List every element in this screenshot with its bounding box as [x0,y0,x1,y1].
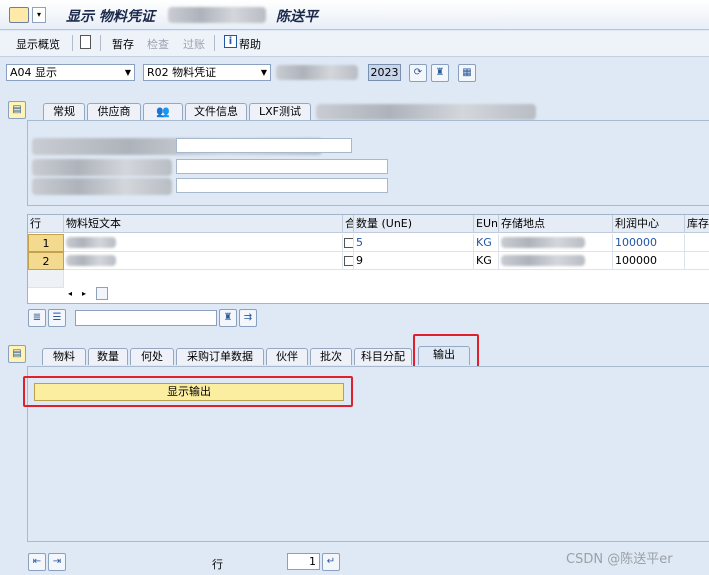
redacted-field [32,178,172,195]
post-button[interactable]: 过账 [183,36,205,52]
tab-material[interactable]: 物料 [42,348,86,365]
action-combo[interactable]: A04 显示 ▼ [6,64,135,81]
table-cell-material-text [64,234,343,252]
tab-general[interactable]: 常规 [43,103,85,120]
year-field[interactable]: 2023 [368,64,401,81]
table-cell-unit[interactable]: KG [474,252,499,270]
new-document-icon[interactable] [80,35,91,49]
redacted-title-area [168,7,266,23]
table-cell-stock-type[interactable] [685,252,709,270]
line-number-field[interactable]: 1 [287,553,320,570]
table-cell-profit-center[interactable]: 100000 [613,234,685,252]
tab-account-assignment[interactable]: 科目分配 [354,348,412,365]
row-selector[interactable] [28,270,64,288]
grid-icon[interactable]: ▦ [458,64,476,82]
line-label: 行 [212,558,223,571]
table-cell-profit-center[interactable]: 100000 [613,252,685,270]
table-cell-unit[interactable]: KG [474,234,499,252]
redacted-text [501,255,585,266]
toolbar-separator [100,35,101,51]
tab-where[interactable]: 何处 [130,348,174,365]
header-toggle-icon[interactable]: ▤ [8,101,26,119]
tab-vendor[interactable]: 供应商 [87,103,141,120]
reference-combo-value: R02 物料凭证 [147,66,217,79]
binoculars-icon[interactable]: ♜ [431,64,449,82]
column-header-stock-type[interactable]: 库存类 [685,215,709,233]
align-rows-icon[interactable]: ≣ [28,309,46,327]
item-search-input[interactable] [75,310,217,326]
info-icon[interactable]: i [224,35,237,48]
highlight-output-button [23,376,353,407]
tab-purchase-order-data[interactable]: 采购订单数据 [176,348,264,365]
table-cell-storage-location[interactable] [499,252,613,270]
column-header-material-text[interactable]: 物料短文本 [64,215,343,233]
go-to-line-icon[interactable]: ↵ [322,553,340,571]
table-cell-quantity[interactable]: 5 [354,234,474,252]
overview-button[interactable]: 显示概览 [16,36,60,52]
checkbox-icon[interactable] [344,238,353,248]
tab-document-info[interactable]: 文件信息 [185,103,247,120]
column-header-unit[interactable]: EUn [474,215,499,233]
tab-partners[interactable]: 伙伴 [266,348,308,365]
application-toolbar [0,31,709,57]
tab-partner-icon[interactable]: 👥 [143,103,183,120]
row-selector[interactable]: 2 [28,252,64,270]
hold-button[interactable]: 暂存 [112,36,134,52]
window-title: 显示 物料凭证 [66,9,155,25]
table-cell-material-text [64,252,343,270]
tab-batch[interactable]: 批次 [310,348,352,365]
binoculars-icon[interactable]: ♜ [219,309,237,327]
header-field-3[interactable] [176,178,388,193]
redacted-field [32,159,172,176]
window-title-user: 陈送平 [276,9,318,25]
table-cell-quantity[interactable]: 9 [354,252,474,270]
header-field-1[interactable] [176,138,352,153]
scroll-right-icon[interactable]: ▸ [82,288,92,300]
chevron-down-icon: ▼ [260,68,267,77]
find-next-icon[interactable]: ⇉ [239,309,257,327]
help-button[interactable]: 帮助 [239,36,261,52]
table-cell-stock-type[interactable] [685,234,709,252]
redacted-text [501,237,585,248]
table-cell-storage-location[interactable] [499,234,613,252]
watermark: CSDN @陈送平er [566,552,673,567]
chevron-down-icon: ▼ [124,68,131,77]
item-detail-toggle-icon[interactable]: ▤ [8,345,26,363]
toolbar-separator [214,35,215,51]
column-header-ok[interactable]: 合 [343,215,354,233]
action-combo-value: A04 显示 [10,66,58,79]
table-cell-ok[interactable] [343,234,354,252]
toolbar-separator [72,35,73,51]
filter-rows-icon[interactable]: ☰ [48,309,66,327]
column-header-line[interactable]: 行 [28,215,64,233]
horizontal-scrollbar-thumb[interactable] [96,287,108,300]
redacted-document-number [276,65,358,80]
check-button[interactable]: 检查 [147,36,169,52]
tab-quantity[interactable]: 数量 [88,348,128,365]
tab-lxf-test[interactable]: LXF测试 [249,103,311,120]
checkbox-icon[interactable] [344,256,353,266]
next-item-icon[interactable]: ⇥ [48,553,66,571]
redacted-text [66,237,116,248]
chevron-down-icon[interactable]: ▾ [32,7,46,23]
table-cell-ok[interactable] [343,252,354,270]
column-header-storage-location[interactable]: 存储地点 [499,215,613,233]
item-table: 行 物料短文本 合 数量 (UnE) EUn 存储地点 利润中心 库存类 1 5… [27,214,709,304]
scroll-left-icon[interactable]: ◂ [68,288,78,300]
redacted-text [66,255,116,266]
previous-item-icon[interactable]: ⇤ [28,553,46,571]
column-header-profit-center[interactable]: 利润中心 [613,215,685,233]
execute-icon[interactable]: ⟳ [409,64,427,82]
reference-combo[interactable]: R02 物料凭证 ▼ [143,64,271,81]
column-header-quantity[interactable]: 数量 (UnE) [354,215,474,233]
row-selector[interactable]: 1 [28,234,64,252]
people-icon: 👥 [156,105,170,118]
header-field-2[interactable] [176,159,388,174]
highlight-output-tab [413,334,479,369]
system-menu-icon[interactable] [9,7,29,23]
redacted-tabs [316,104,536,120]
